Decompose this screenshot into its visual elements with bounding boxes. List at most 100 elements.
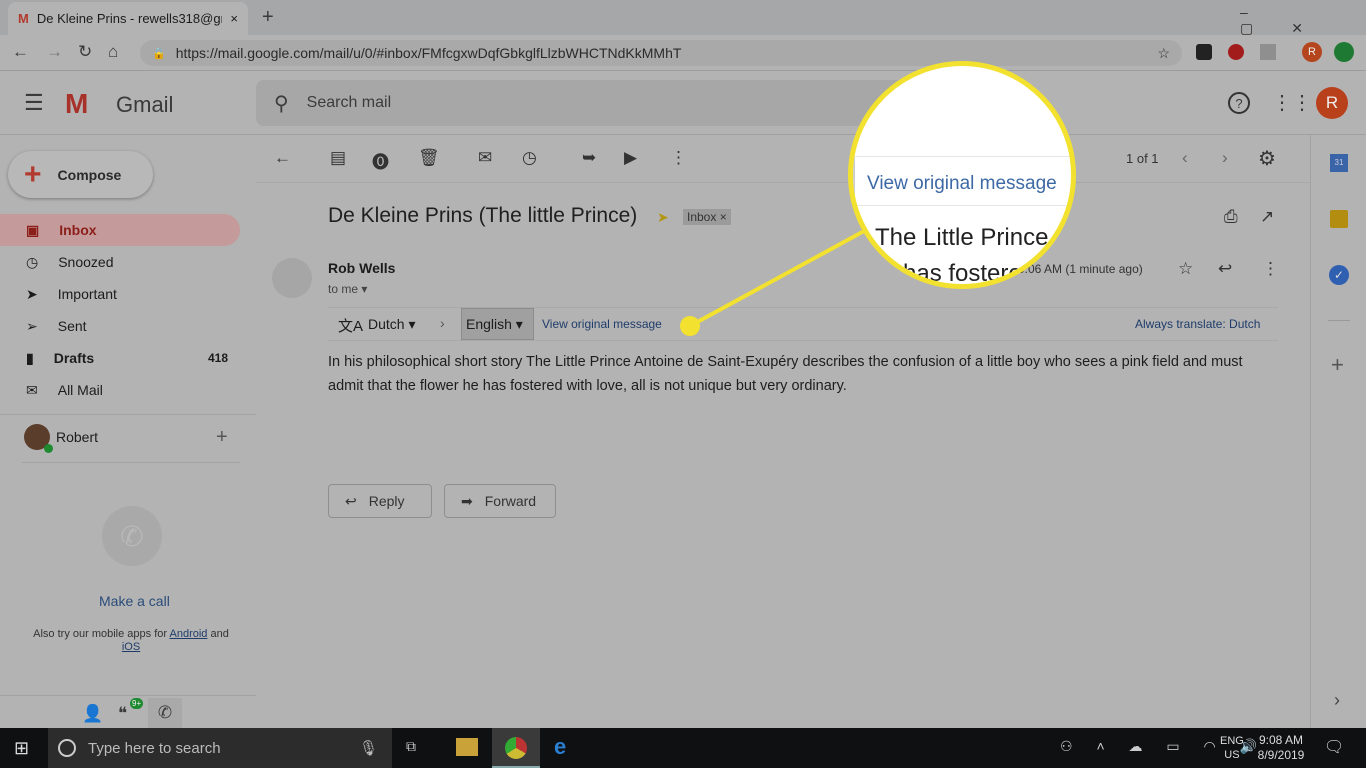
reload-icon[interactable]: ↻ xyxy=(78,42,92,62)
chrome-taskbar-button[interactable] xyxy=(492,728,540,768)
expand-panel-icon[interactable]: › xyxy=(1334,690,1340,711)
sidebar-item-all-mail[interactable]: ✉ All Mail xyxy=(0,374,240,406)
update-icon[interactable] xyxy=(1334,42,1354,62)
gmail-logo-text: Gmail xyxy=(116,92,174,117)
url-text: https://mail.google.com/mail/u/0/#inbox/… xyxy=(175,45,682,61)
back-icon[interactable]: ← xyxy=(12,42,29,62)
draft-icon: ▮ xyxy=(26,349,34,366)
reply-button[interactable]: ↩ Reply xyxy=(328,484,432,518)
profile-avatar[interactable]: R xyxy=(1302,42,1322,62)
view-original-link[interactable]: View original message xyxy=(542,317,662,331)
star-icon[interactable]: ☆ xyxy=(1157,45,1170,62)
clock[interactable]: 9:08 AM 8/9/2019 xyxy=(1256,733,1306,763)
magnifier-callout: View original message The Little Prince … xyxy=(848,61,1076,289)
ios-link[interactable]: iOS xyxy=(122,641,140,653)
sidebar-item-inbox[interactable]: ▣ Inbox xyxy=(0,214,240,246)
more-options-icon[interactable]: ⋮ xyxy=(1262,259,1279,279)
hangouts-icon[interactable]: ❝ xyxy=(118,704,127,724)
task-view-icon[interactable]: ⧉ xyxy=(406,738,416,755)
microphone-icon[interactable]: 🎙 xyxy=(359,739,378,757)
phone-call-icon: ✆ xyxy=(102,506,162,566)
always-translate-link[interactable]: Always translate: Dutch xyxy=(1135,317,1260,331)
divider xyxy=(0,414,256,415)
email-subject: De Kleine Prins (The little Prince) xyxy=(328,204,638,227)
sidebar-item-drafts[interactable]: ▮ Drafts 418 xyxy=(0,342,240,374)
chrome-icon xyxy=(505,737,527,759)
forward-icon[interactable]: → xyxy=(46,42,63,62)
add-on-icon[interactable]: + xyxy=(1331,352,1344,378)
sidebar-item-sent[interactable]: ➢ Sent xyxy=(0,310,240,342)
mark-unread-icon[interactable]: ✉ xyxy=(478,148,492,168)
magnified-text: has fostere xyxy=(903,260,1022,287)
forward-button[interactable]: ➡ Forward xyxy=(444,484,556,518)
browser-tab[interactable]: M De Kleine Prins - rewells318@gm × xyxy=(8,2,248,35)
taskbar-search[interactable]: Type here to search 🎙 xyxy=(48,728,392,768)
online-status-icon xyxy=(44,444,53,453)
make-call-link[interactable]: Make a call xyxy=(99,593,170,609)
menu-icon[interactable]: ☰ xyxy=(24,90,44,116)
calendar-icon[interactable]: 31 xyxy=(1330,154,1348,172)
settings-icon[interactable]: ⚙ xyxy=(1258,146,1276,171)
star-icon[interactable]: ☆ xyxy=(1178,259,1193,279)
reply-label: Reply xyxy=(368,493,405,509)
move-to-icon[interactable]: ➥ xyxy=(582,148,596,168)
divider xyxy=(22,462,240,463)
sidebar-item-important[interactable]: ➤ Important xyxy=(0,278,240,310)
mobile-text: Also try our mobile apps for xyxy=(33,628,168,640)
clock-icon: ◷ xyxy=(26,253,39,270)
region: US xyxy=(1224,749,1240,761)
input-language[interactable]: ENG US xyxy=(1220,734,1244,762)
sidebar-item-snoozed[interactable]: ◷ Snoozed xyxy=(0,246,240,278)
window-controls[interactable]: –▢✕ xyxy=(1240,4,1366,37)
add-contact-icon[interactable]: + xyxy=(216,426,228,449)
important-marker-icon[interactable]: ➤ xyxy=(657,209,669,226)
print-icon[interactable]: ⎙ xyxy=(1224,207,1238,227)
android-link[interactable]: Android xyxy=(170,628,208,640)
divider xyxy=(1328,320,1350,321)
magnified-text: The Little Prince xyxy=(875,224,1049,251)
home-icon[interactable]: ⌂ xyxy=(108,42,118,62)
prev-icon[interactable]: ‹ xyxy=(1182,148,1188,168)
snooze-icon[interactable]: ◷ xyxy=(522,148,537,168)
reply-icon: ↩ xyxy=(345,492,357,509)
next-icon[interactable]: › xyxy=(1222,148,1228,168)
hangouts-user[interactable]: Robert xyxy=(56,429,98,445)
windows-start-icon[interactable]: ⊞ xyxy=(14,738,29,759)
report-spam-icon[interactable]: ⓿ xyxy=(372,148,389,173)
delete-icon[interactable]: 🗑 xyxy=(418,148,440,168)
account-avatar[interactable]: R xyxy=(1316,87,1348,119)
notifications-icon[interactable]: 🗨 xyxy=(1324,737,1344,757)
date: 8/9/2019 xyxy=(1257,748,1305,762)
tasks-icon[interactable]: ✓ xyxy=(1329,265,1349,285)
file-explorer-icon[interactable] xyxy=(456,738,478,756)
keep-icon[interactable] xyxy=(1330,210,1348,228)
contacts-icon[interactable]: 👤 xyxy=(82,704,103,724)
address-bar[interactable]: 🔒 https://mail.google.com/mail/u/0/#inbo… xyxy=(140,40,1182,66)
source-language-dropdown[interactable]: Dutch ▾ xyxy=(368,316,416,333)
extension-icon[interactable] xyxy=(1260,44,1276,60)
back-to-inbox-icon[interactable]: ← xyxy=(274,148,291,168)
extension-icon[interactable] xyxy=(1228,44,1244,60)
reply-icon[interactable]: ↩ xyxy=(1218,259,1232,279)
open-new-window-icon[interactable]: ↗ xyxy=(1260,207,1274,227)
archive-icon[interactable]: ▤ xyxy=(330,148,346,168)
and-text: and xyxy=(210,628,229,640)
help-icon[interactable]: ? xyxy=(1228,92,1250,114)
gmail-logo-icon[interactable]: M xyxy=(65,88,88,120)
phone-tab-icon[interactable]: ✆ xyxy=(148,698,182,728)
new-tab-button[interactable]: + xyxy=(262,6,274,29)
compose-button[interactable]: + Compose xyxy=(8,151,153,198)
target-language-dropdown[interactable]: English ▾ xyxy=(461,308,534,340)
sidebar-item-label: Inbox xyxy=(59,222,97,238)
extension-icon[interactable] xyxy=(1196,44,1212,60)
mobile-apps-text: Also try our mobile apps for Android and… xyxy=(20,628,242,654)
close-tab-icon[interactable]: × xyxy=(230,11,238,26)
label-icon[interactable]: ▶ xyxy=(624,148,637,168)
apps-grid-icon[interactable]: ⋮⋮ xyxy=(1272,90,1312,115)
edge-icon[interactable]: e xyxy=(554,734,566,760)
inbox-icon: ▣ xyxy=(26,221,40,238)
recipient-dropdown[interactable]: to me ▾ xyxy=(328,282,367,296)
hangouts-badge: 9+ xyxy=(130,698,144,709)
sender-name: Rob Wells xyxy=(328,260,396,276)
more-icon[interactable]: ⋮ xyxy=(670,148,687,168)
